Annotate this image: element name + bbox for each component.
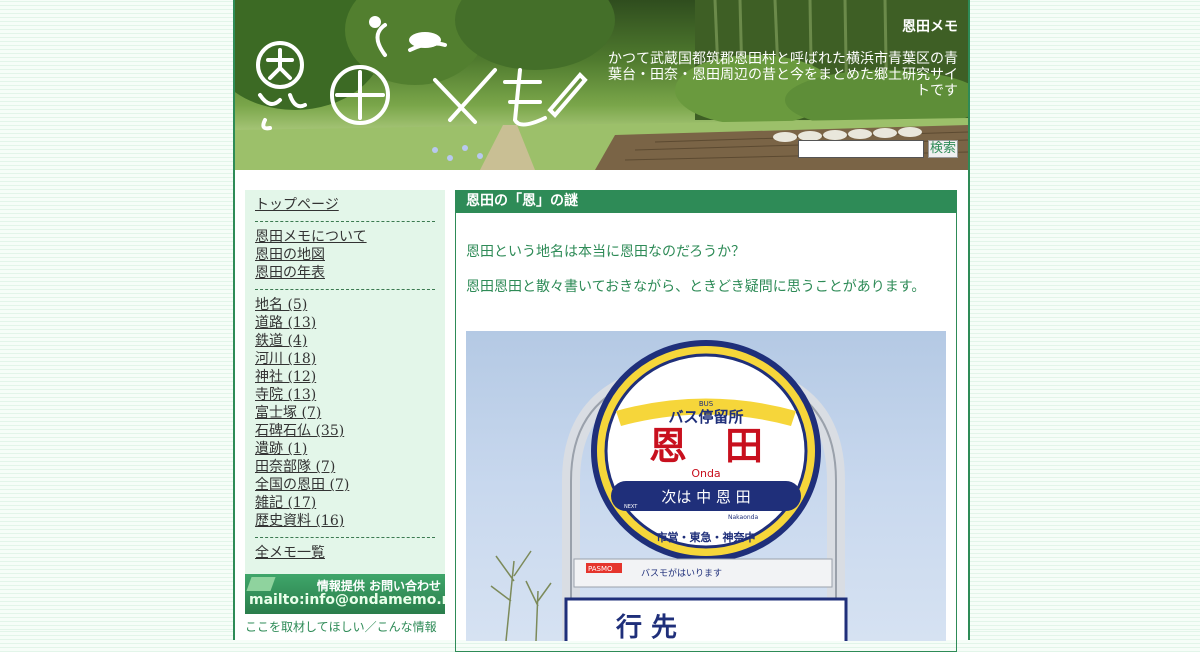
nav-divider (255, 289, 435, 290)
article: 恩田の「恩」の謎 恩田という地名は本当に恩田なのだろうか？ 恩田恩田と散々書いて… (455, 190, 957, 652)
contact-banner-email: mailto:info@ondamemo.net (249, 592, 445, 608)
sidebar: トップページ 恩田メモについて 恩田の地図 恩田の年表 地名 (5) 道路 (1… (245, 190, 445, 634)
sign-next-label: NEXT (624, 504, 638, 510)
contact-note[interactable]: ここを取材してほしい／こんな情報 (245, 618, 437, 635)
search-button[interactable]: 検索 (927, 140, 958, 158)
site-logo[interactable] (250, 10, 590, 140)
nav-category-rivers[interactable]: 河川 (18) (255, 350, 435, 368)
nav-chronology[interactable]: 恩田の年表 (255, 264, 435, 282)
nav-category-ruins[interactable]: 遺跡 (1) (255, 440, 435, 458)
mail-icon (246, 577, 276, 591)
site-header: 恩田メモ かつて武蔵国都筑郡恩田村と呼ばれた横浜市青葉区の青葉台・田奈・恩田周辺… (235, 0, 968, 170)
bus-stop-sign-illustration: バス停留所 BUS 恩 田 Onda 次は 中 恩 田 NEXT Nakaond… (490, 340, 848, 641)
nav-category-monuments[interactable]: 石碑石仏 (35) (255, 422, 435, 440)
nav-category-shrines[interactable]: 神社 (12) (255, 368, 435, 386)
search-input[interactable] (797, 140, 924, 158)
nav-category-railways[interactable]: 鉄道 (4) (255, 332, 435, 350)
nav-category-place-names[interactable]: 地名 (5) (255, 296, 435, 314)
nav-category-history-docs[interactable]: 歴史資料 (16) (255, 512, 435, 530)
page-container: 恩田メモ かつて武蔵国都筑郡恩田村と呼ばれた横浜市青葉区の青葉台・田奈・恩田周辺… (233, 0, 970, 652)
nav-category-fujizuka[interactable]: 富士塚 (7) (255, 404, 435, 422)
sign-bus-label: BUS (699, 400, 714, 408)
article-title: 恩田の「恩」の謎 (456, 191, 956, 213)
board-text: 行 先 (615, 612, 677, 641)
article-photo-bus-stop: バス停留所 BUS 恩 田 Onda 次は 中 恩 田 NEXT Nakaond… (466, 331, 946, 641)
site-title: 恩田メモ (902, 19, 958, 35)
sign-station-name: 恩 田 (649, 424, 763, 468)
panel-brand: PASMO (588, 565, 613, 573)
search-form: 検索 (797, 140, 958, 158)
nav-top-page[interactable]: トップページ (255, 196, 435, 214)
nav-category-misc[interactable]: 雑記 (17) (255, 494, 435, 512)
nav-divider (255, 221, 435, 222)
sign-next-stop: 次は 中 恩 田 (661, 488, 750, 506)
nav-map[interactable]: 恩田の地図 (255, 246, 435, 264)
sign-operators: 市営・東急・神奈中 (657, 530, 756, 544)
sidebar-nav: トップページ 恩田メモについて 恩田の地図 恩田の年表 地名 (5) 道路 (1… (245, 190, 445, 578)
nav-divider (255, 537, 435, 538)
nav-category-tana-unit[interactable]: 田奈部隊 (7) (255, 458, 435, 476)
nav-about[interactable]: 恩田メモについて (255, 228, 435, 246)
article-paragraph: 恩田という地名は本当に恩田なのだろうか？ (466, 244, 746, 260)
nav-category-temples[interactable]: 寺院 (13) (255, 386, 435, 404)
nav-category-roads[interactable]: 道路 (13) (255, 314, 435, 332)
nav-category-onda-nationwide[interactable]: 全国の恩田 (7) (255, 476, 435, 494)
article-paragraph: 恩田恩田と散々書いておきながら、ときどき疑問に思うことがあります。 (466, 279, 926, 295)
contact-banner[interactable]: 情報提供 お問い合わせ mailto:info@ondamemo.net (245, 574, 445, 614)
panel-text: バスモがはいります (641, 567, 722, 579)
nav-all-memos[interactable]: 全メモ一覧 (255, 544, 435, 562)
sign-next-romaji: Nakaonda (728, 514, 758, 521)
site-description: かつて武蔵国都筑郡恩田村と呼ばれた横浜市青葉区の青葉台・田奈・恩田周辺の昔と今を… (608, 51, 958, 99)
sign-station-romaji: Onda (691, 467, 720, 480)
